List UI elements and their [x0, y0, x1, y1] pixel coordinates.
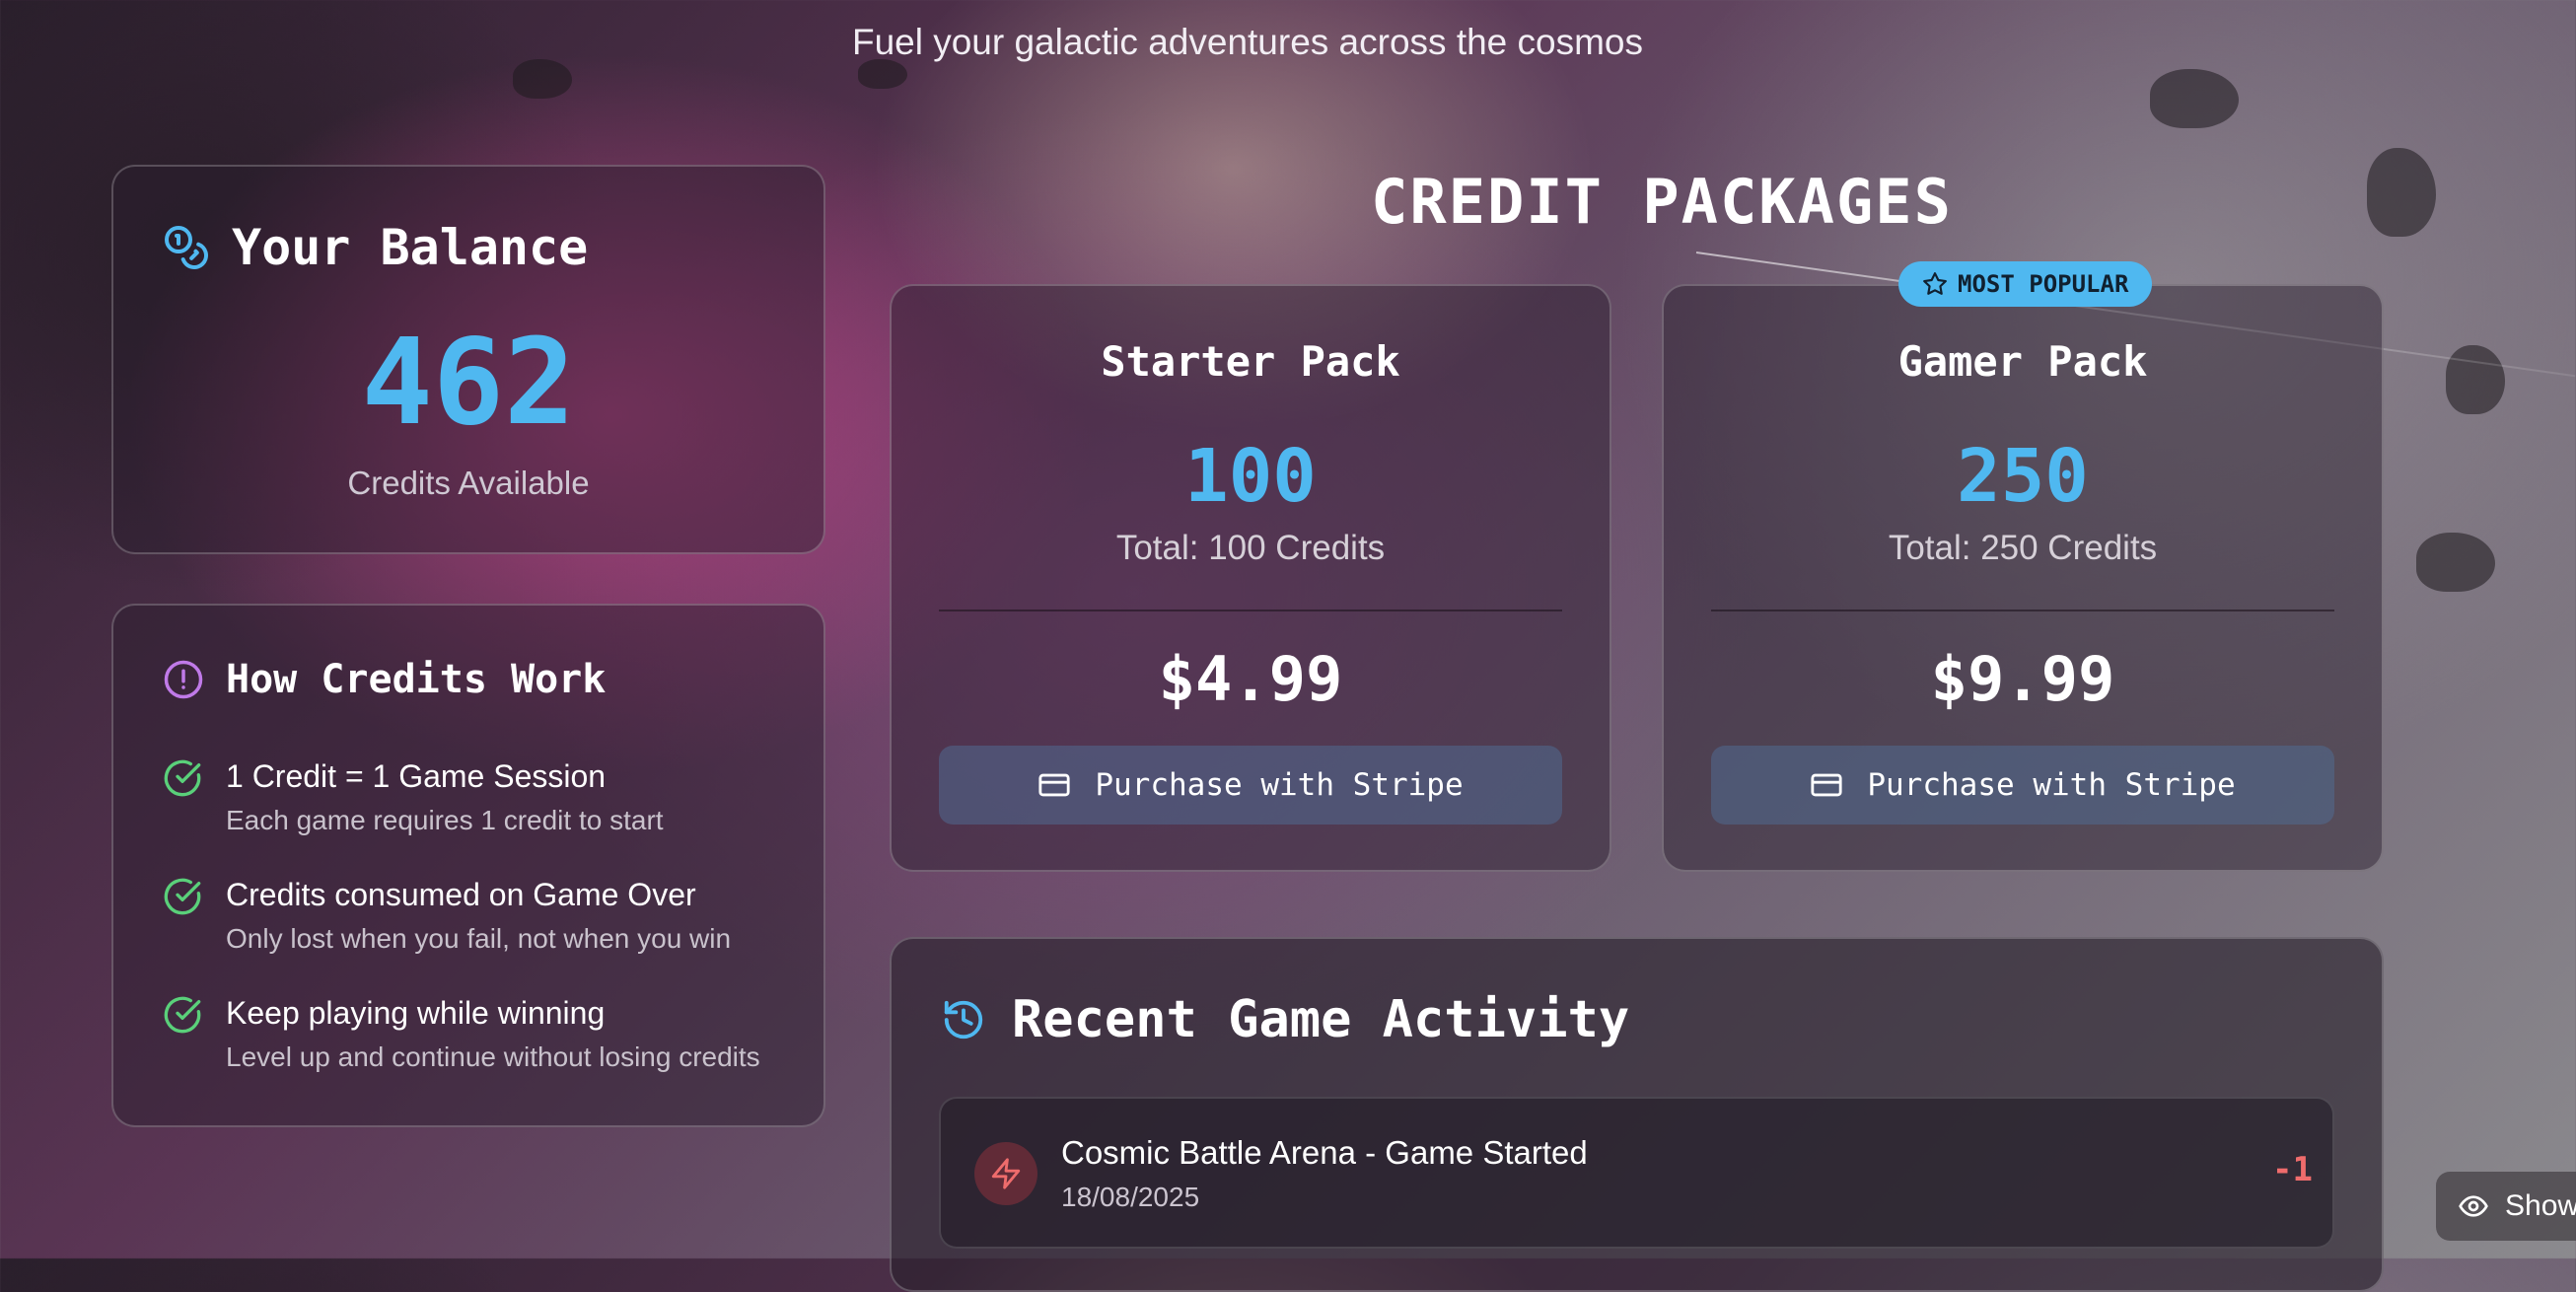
- package-price: $9.99: [1930, 643, 2115, 715]
- package-card-starter: Starter Pack 100 Total: 100 Credits $4.9…: [890, 284, 1611, 872]
- credit-card-icon: [1811, 773, 1842, 797]
- activity-date: 18/08/2025: [1061, 1182, 1200, 1212]
- history-icon: [944, 1000, 983, 1040]
- coins-icon: [165, 226, 208, 269]
- rule-description: Level up and continue without losing cre…: [226, 1041, 760, 1072]
- show-button-label: Show: [2505, 1189, 2576, 1222]
- list-item: Credits consumed on Game Over Only lost …: [163, 877, 731, 955]
- package-credits: 250: [1957, 434, 2089, 519]
- how-credits-card: How Credits Work 1 Credit = 1 Game Sessi…: [111, 604, 825, 1127]
- purchase-button-starter[interactable]: Purchase with Stripe: [939, 746, 1562, 825]
- package-credits: 100: [1184, 434, 1317, 519]
- purchase-button-label: Purchase with Stripe: [1867, 767, 2236, 803]
- purchase-button-gamer[interactable]: Purchase with Stripe: [1711, 746, 2334, 825]
- balance-title: Your Balance: [232, 219, 589, 276]
- package-name: Starter Pack: [1101, 337, 1400, 386]
- package-card-gamer: Gamer Pack 250 Total: 250 Credits $9.99 …: [1662, 284, 2384, 872]
- alert-circle-icon: [164, 660, 203, 699]
- purchase-button-label: Purchase with Stripe: [1095, 767, 1464, 803]
- divider: [1711, 610, 2334, 611]
- balance-card: Your Balance 462 Credits Available: [111, 165, 825, 554]
- check-circle-icon: [164, 996, 201, 1034]
- activity-row: Cosmic Battle Arena - Game Started 18/08…: [939, 1097, 2334, 1249]
- badge-label: MOST POPULAR: [1958, 270, 2129, 298]
- activity-icon-wrap: [974, 1142, 1038, 1205]
- credit-card-icon: [1038, 773, 1070, 797]
- package-total: Total: 250 Credits: [1888, 529, 2158, 567]
- balance-label: Credits Available: [347, 465, 590, 501]
- activity-amount: -1: [2272, 1150, 2313, 1189]
- rule-title: Keep playing while winning: [226, 995, 606, 1031]
- activity-title-text: Cosmic Battle Arena - Game Started: [1061, 1134, 1588, 1171]
- package-price: $4.99: [1158, 643, 1343, 715]
- rule-title: Credits consumed on Game Over: [226, 877, 696, 912]
- divider: [939, 610, 1562, 611]
- star-icon: [1923, 272, 1947, 295]
- recent-activity-card: Recent Game Activity Cosmic Battle Arena…: [890, 937, 2384, 1292]
- rule-description: Each game requires 1 credit to start: [226, 805, 664, 835]
- eye-icon: [2459, 1195, 2488, 1217]
- lightning-icon: [991, 1158, 1021, 1189]
- package-name: Gamer Pack: [1897, 337, 2148, 386]
- check-circle-icon: [164, 759, 201, 797]
- rule-description: Only lost when you fail, not when you wi…: [226, 923, 732, 954]
- most-popular-badge: MOST POPULAR: [1898, 261, 2153, 307]
- rule-title: 1 Credit = 1 Game Session: [226, 758, 607, 794]
- package-total: Total: 100 Credits: [1115, 529, 1386, 567]
- list-item: 1 Credit = 1 Game Session Each game requ…: [163, 758, 664, 836]
- check-circle-icon: [164, 878, 201, 915]
- activity-title: Recent Game Activity: [1012, 990, 1630, 1049]
- packages-title: CREDIT PACKAGES: [1371, 166, 1953, 238]
- show-button[interactable]: Show: [2436, 1172, 2576, 1241]
- list-item: Keep playing while winning Level up and …: [163, 995, 760, 1073]
- how-credits-title: How Credits Work: [226, 657, 607, 702]
- balance-amount: 462: [361, 315, 576, 452]
- page-subtitle: Fuel your galactic adventures across the…: [851, 22, 1644, 62]
